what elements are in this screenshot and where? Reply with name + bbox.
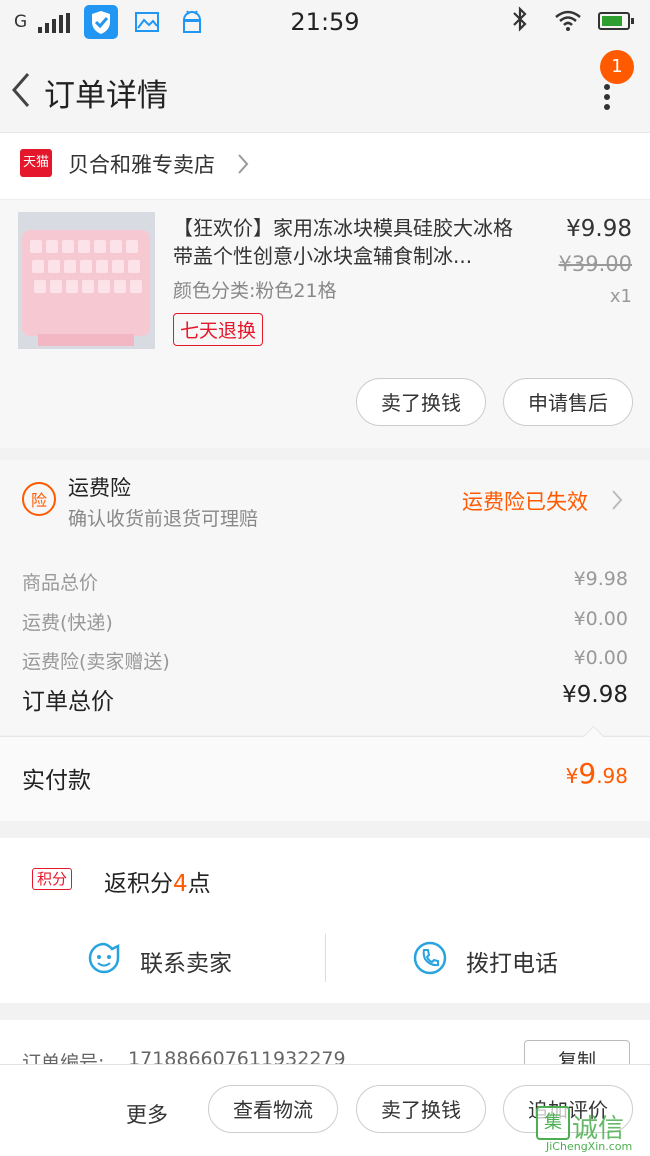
payment-integer: 9 (578, 757, 597, 790)
call-phone-label: 拨打电话 (466, 951, 558, 977)
payment-decimal: .98 (596, 764, 628, 788)
fee-label: 运费险(卖家赠送) (22, 651, 170, 673)
sell-for-cash-button[interactable]: 卖了换钱 (356, 378, 486, 426)
product-title[interactable]: 【狂欢价】家用冻冰块模具硅胶大冰格带盖个性创意小冰块盒辅食制冰... (173, 214, 528, 270)
contact-divider (325, 934, 326, 982)
watermark-logo: 集 诚信 JiChengXin.com (536, 1106, 650, 1155)
payment-summary: 险 运费险 确认收货前退货可理赔 运费险已失效 商品总价 ¥9.98 运费(快递… (0, 460, 650, 735)
sell-for-cash-button[interactable]: 卖了换钱 (356, 1085, 486, 1133)
chat-face-icon (88, 942, 120, 974)
insurance-status[interactable]: 运费险已失效 (462, 486, 588, 516)
copy-button[interactable]: 复制 (524, 1040, 630, 1065)
more-button[interactable]: 更多 (126, 1099, 168, 1129)
points-prefix: 返积分 (104, 871, 173, 897)
bluetooth-icon (510, 6, 530, 38)
navigation-bar: 订单详情 (0, 44, 650, 133)
order-total-row: 订单总价 ¥9.98 (22, 682, 628, 716)
currency-symbol: ¥ (565, 764, 579, 788)
seven-day-return-tag: 七天退换 (173, 313, 264, 346)
product-sku: 颜色分类:粉色21格 (173, 280, 337, 302)
back-icon[interactable] (8, 66, 48, 110)
fee-row-insurance: 运费险(卖家赠送) ¥0.00 (22, 647, 628, 674)
notification-badge: 1 (600, 50, 634, 84)
request-after-sale-button[interactable]: 申请售后 (503, 378, 633, 426)
fee-value: ¥0.00 (573, 608, 628, 630)
fee-value: ¥0.00 (573, 647, 628, 669)
actual-payment-value: ¥9.98 (480, 757, 628, 790)
product-thumbnail[interactable] (18, 212, 155, 349)
insurance-title: 运费险 (68, 476, 131, 500)
points-contact-section: 积分 返积分4点 联系卖家 拨打电话 (0, 838, 650, 1003)
order-info: 订单编号: 171886607611932279 复制 (0, 1020, 650, 1065)
order-number: 171886607611932279 (128, 1048, 346, 1065)
store-row[interactable]: 天猫 贝合和雅专卖店 (0, 133, 650, 200)
phone-icon (413, 941, 447, 975)
chevron-right-icon[interactable] (610, 488, 624, 516)
order-number-label: 订单编号: (22, 1052, 105, 1065)
tmall-logo: 天猫 (20, 149, 52, 177)
insurance-subtitle: 确认收货前退货可理赔 (68, 508, 259, 530)
product-price: ¥9.98 (566, 216, 632, 242)
wifi-icon (554, 10, 582, 36)
chevron-right-icon (236, 151, 250, 181)
store-name: 贝合和雅专卖店 (68, 153, 215, 177)
order-item[interactable]: 【狂欢价】家用冻冰块模具硅胶大冰格带盖个性创意小冰块盒辅食制冰... 颜色分类:… (0, 200, 650, 448)
order-total-value: ¥9.98 (562, 682, 628, 708)
product-quantity: x1 (609, 286, 632, 307)
actual-payment-row: 实付款 ¥9.98 (0, 736, 650, 821)
fee-label: 商品总价 (22, 572, 99, 594)
points-tag: 积分 (32, 868, 73, 890)
watermark-glyph: 集 (536, 1106, 570, 1140)
fee-label: 运费(快递) (22, 612, 113, 634)
points-count: 4 (173, 871, 188, 897)
page-title: 订单详情 (44, 78, 168, 114)
watermark-url: JiChengXin.com (546, 1140, 633, 1153)
points-suffix: 点 (187, 871, 211, 897)
fee-row-goods-total: 商品总价 ¥9.98 (22, 568, 628, 595)
status-bar: G 21:59 (0, 0, 650, 44)
order-total-label: 订单总价 (22, 689, 114, 715)
insurance-icon: 险 (22, 482, 56, 516)
contact-seller-label: 联系卖家 (140, 951, 232, 977)
points-text: 返积分4点 (104, 864, 211, 898)
battery-icon (598, 12, 634, 30)
actual-payment-label: 实付款 (22, 768, 91, 794)
clock: 21:59 (290, 8, 360, 36)
view-logistics-button[interactable]: 查看物流 (208, 1085, 338, 1133)
original-price: ¥39.00 (558, 252, 632, 276)
fee-value: ¥9.98 (573, 568, 628, 590)
fee-row-shipping: 运费(快递) ¥0.00 (22, 608, 628, 635)
